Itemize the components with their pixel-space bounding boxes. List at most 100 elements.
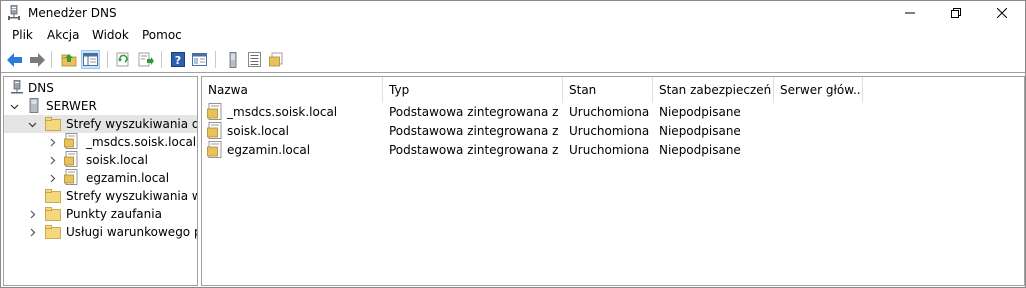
tree-item-reverse-zones[interactable]: Strefy wyszukiwania wste <box>4 187 197 205</box>
toolbar-separator <box>161 51 162 68</box>
tree-item-conditional-forwarders[interactable]: Usługi warunkowego prz <box>4 223 197 241</box>
cell-security: Niepodpisane <box>659 124 741 138</box>
maximize-button[interactable] <box>933 1 979 25</box>
chevron-down-icon[interactable] <box>28 120 37 129</box>
window-title: Menedżer DNS <box>28 6 117 20</box>
properties-icon <box>192 53 207 66</box>
server-icon <box>229 51 236 68</box>
cell-type: Podstawowa zintegrowana z u... <box>389 143 561 157</box>
restore-icon <box>951 8 961 18</box>
toolbar-separator <box>215 51 216 68</box>
chevron-right-icon[interactable] <box>48 138 57 147</box>
folder-icon <box>45 207 61 221</box>
minimize-button[interactable] <box>887 1 933 25</box>
export-list-button[interactable] <box>136 50 155 69</box>
console-tree[interactable]: DNS SERWER Strefy wyszukiwania do p <box>3 76 198 286</box>
zone-icon <box>207 122 222 139</box>
cell-name: _msdcs.soisk.local <box>227 105 338 119</box>
tree-label: DNS <box>28 81 54 95</box>
cell-type: Podstawowa zintegrowana z u... <box>389 124 561 138</box>
dns-icon <box>11 80 23 94</box>
tree-label: SERWER <box>46 99 97 113</box>
toolbar-separator <box>107 51 108 68</box>
dns-manager-icon <box>8 5 20 20</box>
up-folder-button[interactable] <box>59 50 78 69</box>
refresh-button[interactable] <box>114 50 133 69</box>
chevron-right-icon[interactable] <box>48 174 57 183</box>
list-icon <box>248 52 261 67</box>
close-button[interactable] <box>979 1 1025 25</box>
menu-plik[interactable]: Plik <box>11 28 34 42</box>
tree-item-trust-points[interactable]: Punkty zaufania <box>4 205 197 223</box>
cell-name: egzamin.local <box>227 143 311 157</box>
column-header-status[interactable]: Stan <box>563 77 653 103</box>
cell-status: Uruchomiona <box>569 143 650 157</box>
chevron-right-icon[interactable] <box>48 156 57 165</box>
back-button[interactable] <box>5 50 24 69</box>
cell-security: Niepodpisane <box>659 143 741 157</box>
tree-item-zone[interactable]: soisk.local <box>4 151 197 169</box>
cell-status: Uruchomiona <box>569 124 650 138</box>
tree-label: egzamin.local <box>86 171 170 185</box>
refresh-icon <box>116 52 129 67</box>
list-item[interactable]: soisk.local Podstawowa zintegrowana z u.… <box>202 122 1024 141</box>
menu-widok[interactable]: Widok <box>91 28 130 42</box>
chevron-right-icon[interactable] <box>28 228 37 237</box>
zone-icon <box>64 169 78 185</box>
close-icon <box>997 8 1007 18</box>
tree-item-zone[interactable]: _msdcs.soisk.local <box>4 133 197 151</box>
results-list[interactable]: Nazwa Typ Stan Stan zabezpieczeń ... Ser… <box>201 76 1025 286</box>
tree-item-forward-zones[interactable]: Strefy wyszukiwania do p <box>4 115 197 133</box>
tree-label: Punkty zaufania <box>66 207 162 221</box>
tree-item-server[interactable]: SERWER <box>4 97 197 115</box>
column-header-name[interactable]: Nazwa <box>202 77 383 103</box>
minimize-icon <box>905 12 915 14</box>
cell-status: Uruchomiona <box>569 105 650 119</box>
folder-open-icon <box>45 117 61 131</box>
cell-security: Niepodpisane <box>659 105 741 119</box>
folder-properties-icon <box>269 52 283 67</box>
cell-type: Podstawowa zintegrowana z u... <box>389 105 561 119</box>
export-list-icon <box>138 52 154 67</box>
show-hide-tree-button[interactable] <box>81 50 100 69</box>
tree-item-dns[interactable]: DNS <box>4 79 197 97</box>
properties-button[interactable] <box>190 50 209 69</box>
folder-icon <box>45 189 61 203</box>
tree-label: Strefy wyszukiwania wste <box>66 189 197 203</box>
help-button[interactable]: ? <box>168 50 187 69</box>
toolbar: ? <box>1 47 1025 73</box>
help-icon: ? <box>170 52 185 67</box>
forward-button[interactable] <box>27 50 46 69</box>
chevron-down-icon[interactable] <box>10 102 19 111</box>
column-header-security[interactable]: Stan zabezpieczeń ... <box>653 77 774 103</box>
list-item[interactable]: _msdcs.soisk.local Podstawowa zintegrowa… <box>202 103 1024 122</box>
tree-item-zone[interactable]: egzamin.local <box>4 169 197 187</box>
tree-label: soisk.local <box>86 153 148 167</box>
svg-text:?: ? <box>174 54 180 67</box>
chevron-right-icon[interactable] <box>28 210 37 219</box>
back-icon <box>6 52 22 67</box>
menu-bar: Plik Akcja Widok Pomoc <box>1 25 1025 45</box>
menu-akcja[interactable]: Akcja <box>46 28 80 42</box>
server-button[interactable] <box>223 50 242 69</box>
server-icon <box>29 98 39 113</box>
cell-name: soisk.local <box>227 124 289 138</box>
column-header-type[interactable]: Typ <box>383 77 563 103</box>
show-hide-tree-icon <box>83 53 98 66</box>
list-button[interactable] <box>245 50 264 69</box>
tree-label: Usługi warunkowego prz <box>66 225 197 239</box>
menu-pomoc[interactable]: Pomoc <box>141 28 183 42</box>
zone-icon <box>207 141 222 158</box>
toolbar-separator <box>51 51 52 68</box>
zone-icon <box>207 103 222 120</box>
column-header-master-server[interactable]: Serwer głów... <box>774 77 863 103</box>
up-folder-icon <box>61 53 76 66</box>
title-bar[interactable]: Menedżer DNS <box>1 1 1025 25</box>
zone-icon <box>64 133 78 149</box>
folder-properties-button[interactable] <box>267 50 286 69</box>
dns-manager-window: Menedżer DNS Plik Akcja Widok Pomoc ? DN… <box>0 0 1026 288</box>
zone-icon <box>64 151 78 167</box>
folder-icon <box>45 225 61 239</box>
tree-label: Strefy wyszukiwania do p <box>66 117 197 131</box>
list-item[interactable]: egzamin.local Podstawowa zintegrowana z … <box>202 141 1024 160</box>
